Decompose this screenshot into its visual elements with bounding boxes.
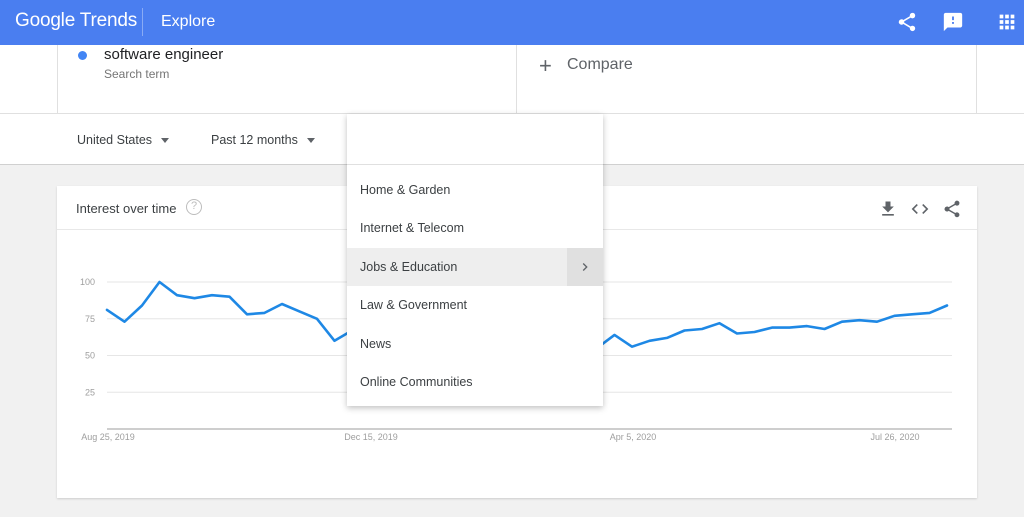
- apps-grid-icon[interactable]: [996, 11, 1018, 33]
- embed-icon[interactable]: [910, 199, 930, 219]
- region-filter-label: United States: [77, 133, 153, 147]
- share-icon[interactable]: [942, 199, 962, 219]
- compare-button[interactable]: + Compare: [517, 45, 977, 113]
- category-item[interactable]: Jobs & Education: [347, 247, 603, 286]
- share-icon[interactable]: [896, 11, 918, 33]
- time-range-filter[interactable]: Past 12 months: [211, 133, 315, 147]
- y-tick-label: 100: [80, 277, 95, 287]
- help-icon[interactable]: ?: [186, 199, 202, 215]
- header-divider: [142, 8, 143, 36]
- card-title: Interest over time: [76, 201, 177, 216]
- category-item-label: Home & Garden: [360, 183, 451, 197]
- feedback-icon[interactable]: [942, 11, 964, 33]
- search-terms-bar: software engineer Search term + Compare: [0, 45, 1024, 113]
- plus-icon: +: [539, 53, 552, 78]
- time-range-filter-label: Past 12 months: [211, 133, 298, 147]
- x-tick-label: Aug 25, 2019: [81, 432, 135, 442]
- category-item[interactable]: News: [347, 325, 603, 363]
- category-item-label: Internet & Telecom: [360, 221, 464, 236]
- category-dropdown: Home & Garden Internet & Telecom Jobs & Ed…: [347, 114, 603, 406]
- search-term-card[interactable]: software engineer Search term: [57, 45, 517, 113]
- category-item-label: Online Communities: [360, 375, 473, 389]
- caret-down-icon: [306, 138, 315, 144]
- chevron-right-icon[interactable]: [567, 247, 603, 286]
- category-item-label: Jobs & Education: [360, 259, 458, 274]
- category-search-input[interactable]: [347, 114, 603, 164]
- search-term-type: Search term: [104, 67, 170, 81]
- explore-title: Explore: [161, 13, 216, 30]
- category-item[interactable]: Home & Garden: [347, 171, 603, 209]
- series-color-dot: [78, 51, 87, 60]
- download-icon[interactable]: [878, 199, 898, 219]
- search-term-name[interactable]: software engineer: [104, 46, 223, 63]
- region-filter[interactable]: United States: [77, 133, 170, 147]
- category-item-label: News: [360, 336, 392, 351]
- category-search: [347, 114, 603, 165]
- top-app-bar: Google Trends Explore: [0, 0, 1024, 45]
- category-item[interactable]: Online Communities: [347, 363, 603, 401]
- caret-down-icon: [161, 138, 170, 144]
- y-tick-label: 25: [85, 387, 95, 397]
- y-tick-label: 75: [85, 314, 95, 324]
- x-tick-label: Dec 15, 2019: [344, 432, 398, 442]
- category-item[interactable]: Law & Government: [347, 286, 603, 324]
- google-trends-logo[interactable]: Google Trends: [15, 10, 137, 32]
- compare-label: Compare: [567, 56, 633, 73]
- category-item[interactable]: Internet & Telecom: [347, 209, 603, 247]
- x-tick-label: Jul 26, 2020: [870, 432, 919, 442]
- x-tick-label: Apr 5, 2020: [610, 432, 657, 442]
- category-item-label: Law & Government: [360, 298, 467, 313]
- y-tick-label: 50: [85, 351, 95, 361]
